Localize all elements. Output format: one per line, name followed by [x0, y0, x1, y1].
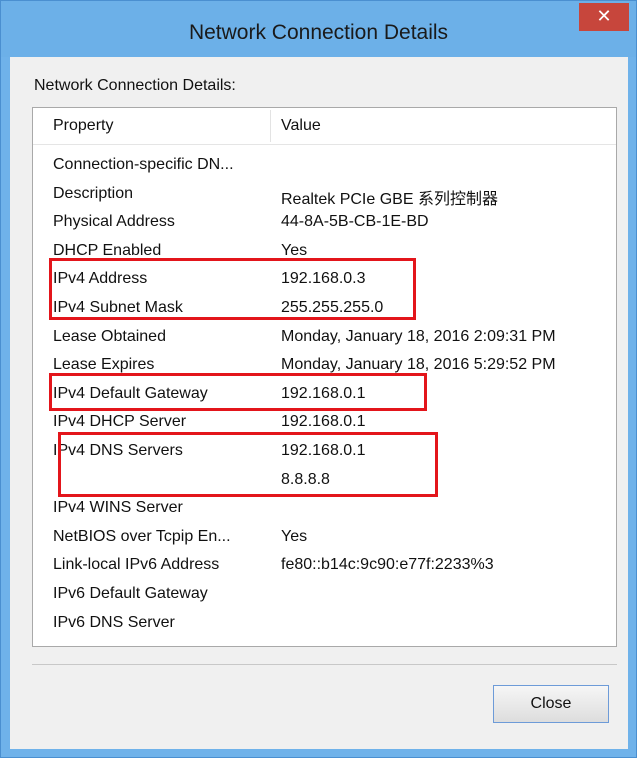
list-item[interactable]: IPv4 DHCP Server 192.168.0.1: [33, 409, 616, 438]
property-cell: IPv4 Address: [53, 270, 148, 288]
list-item[interactable]: Description Realtek PCIe GBE 系列控制器: [33, 181, 616, 210]
value-cell: [281, 614, 611, 643]
property-cell: IPv4 Subnet Mask: [53, 298, 183, 316]
property-cell: IPv4 Default Gateway: [53, 384, 208, 402]
list-item[interactable]: Link-local IPv6 Address fe80::b14c:9c90:e…: [33, 552, 616, 581]
value-cell: 192.168.0.1 8.8.8.8: [281, 442, 611, 499]
list-item[interactable]: DHCP Enabled Yes: [33, 238, 616, 267]
property-cell: IPv4 DNS Servers: [53, 441, 183, 459]
dialog-window: Network Connection Details ✕ Network Con…: [0, 0, 637, 758]
property-cell: IPv6 DNS Server: [53, 613, 175, 631]
value-text: 192.168.0.1: [281, 441, 366, 459]
value-text: [281, 614, 611, 643]
property-cell: Description: [53, 184, 134, 202]
property-cell: Lease Expires: [53, 356, 155, 374]
property-cell: IPv6 Default Gateway: [53, 584, 208, 602]
list-item[interactable]: IPv6 Default Gateway: [33, 581, 616, 610]
list-item[interactable]: Lease Expires Monday, January 18, 2016 5:…: [33, 352, 616, 381]
close-button[interactable]: Close: [493, 685, 609, 723]
list-item[interactable]: Physical Address 44-8A-5B-CB-1E-BD: [33, 209, 616, 238]
property-cell: IPv4 DHCP Server: [53, 413, 187, 431]
property-cell: Lease Obtained: [53, 327, 166, 345]
list-item[interactable]: IPv6 DNS Server: [33, 610, 616, 639]
close-icon[interactable]: ✕: [579, 3, 629, 31]
details-list[interactable]: Property Value Connection-specific DN...…: [32, 107, 617, 647]
list-rows: Connection-specific DN... Description Real…: [33, 152, 616, 638]
list-item[interactable]: IPv4 Default Gateway 192.168.0.1: [33, 381, 616, 410]
list-item[interactable]: NetBIOS over Tcpip En... Yes: [33, 524, 616, 553]
list-item[interactable]: Lease Obtained Monday, January 18, 2016 2…: [33, 324, 616, 353]
list-item[interactable]: IPv4 DNS Servers 192.168.0.1 8.8.8.8: [33, 438, 616, 495]
list-header: Property Value: [33, 108, 616, 145]
list-item[interactable]: Connection-specific DN...: [33, 152, 616, 181]
column-header-property[interactable]: Property: [53, 108, 113, 144]
title-bar[interactable]: Network Connection Details ✕: [1, 1, 636, 57]
divider: [32, 664, 617, 665]
list-item[interactable]: IPv4 Address 192.168.0.3: [33, 266, 616, 295]
property-cell: IPv4 WINS Server: [53, 499, 183, 517]
window-title: Network Connection Details: [188, 21, 449, 44]
list-item[interactable]: IPv4 Subnet Mask 255.255.255.0: [33, 295, 616, 324]
column-header-value[interactable]: Value: [281, 108, 321, 144]
property-cell: NetBIOS over Tcpip En...: [53, 527, 231, 545]
property-cell: DHCP Enabled: [53, 241, 162, 259]
property-cell: Physical Address: [53, 213, 175, 231]
dialog-body: Network Connection Details: Property Val…: [10, 57, 628, 749]
list-item[interactable]: IPv4 WINS Server: [33, 495, 616, 524]
column-divider[interactable]: [270, 110, 271, 142]
property-cell: Connection-specific DN...: [53, 156, 234, 173]
group-label: Network Connection Details:: [34, 77, 236, 94]
property-cell: Link-local IPv6 Address: [53, 556, 220, 574]
